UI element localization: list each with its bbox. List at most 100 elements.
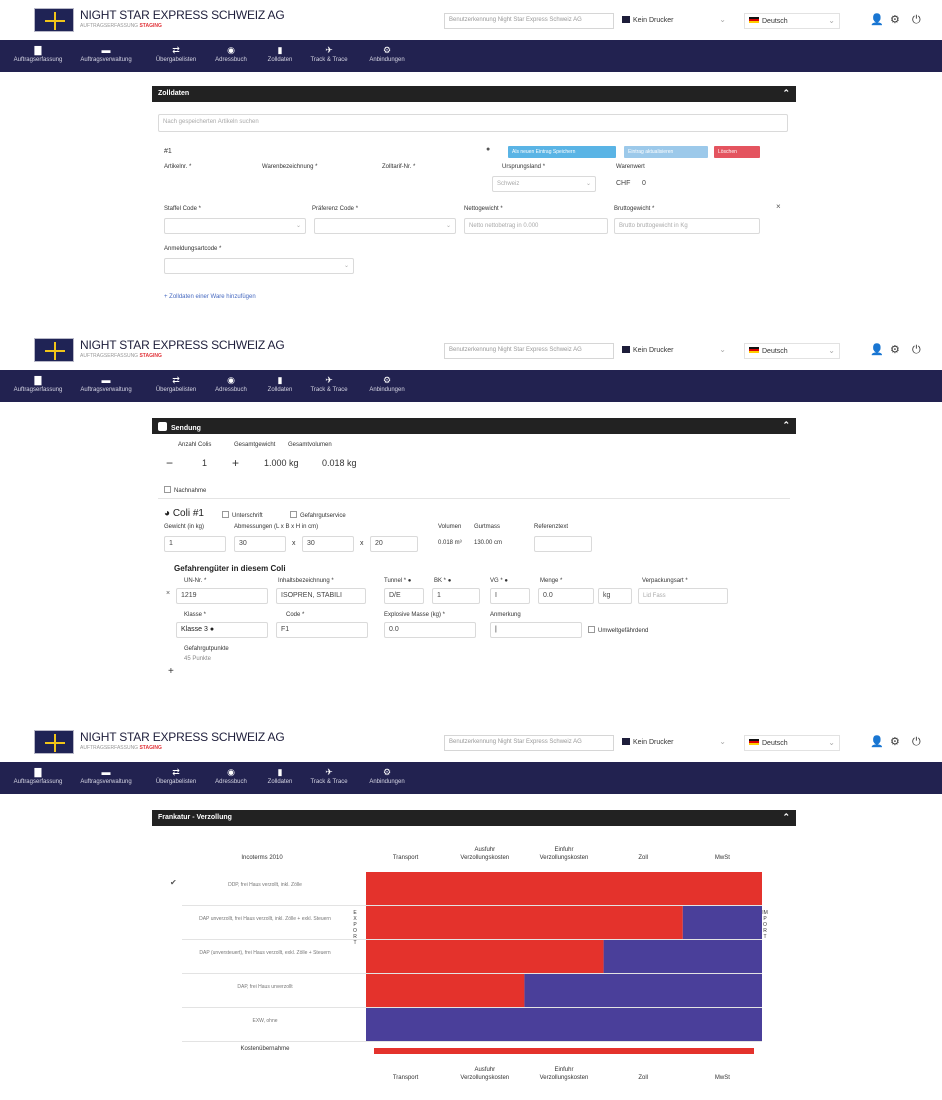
packaging-input[interactable]: Lid Fass <box>638 588 728 604</box>
nav-auftragsverwaltung[interactable]: ▬ Auftragsverwaltung <box>74 44 138 64</box>
nav-zolldaten[interactable]: ▮ Zolldaten <box>260 766 300 786</box>
user-icon[interactable]: 👤 <box>870 14 884 26</box>
girth-label: Gurtmass <box>474 524 501 530</box>
power-icon[interactable]: ⏻ <box>912 736 921 748</box>
help-icon[interactable]: ● <box>408 578 412 584</box>
panel-header[interactable]: Zolldaten ⌃ <box>152 86 796 102</box>
explosive-input[interactable]: 0.0 <box>384 622 476 638</box>
volume-value: 0.018 m³ <box>438 540 462 546</box>
width-input[interactable]: 30 <box>302 536 354 552</box>
language-select[interactable]: Deutsch ⌄ <box>744 735 840 751</box>
power-icon[interactable]: ⏻ <box>912 14 921 26</box>
printer-select[interactable]: Kein Drucker ⌄ <box>622 343 730 359</box>
environment-checkbox[interactable]: Umweltgefährdend <box>588 626 648 634</box>
tunnel-input[interactable]: D/E <box>384 588 424 604</box>
nav-auftragserfassung[interactable]: ▇ Auftragserfassung <box>6 374 70 394</box>
increment-button[interactable]: + <box>232 456 239 470</box>
power-icon[interactable]: ⏻ <box>912 344 921 356</box>
nav-anbindungen[interactable]: ⚙ Anbindungen <box>360 374 414 394</box>
length-input[interactable]: 30 <box>234 536 286 552</box>
nav-adressbuch[interactable]: ◉ Adressbuch <box>206 766 256 786</box>
nav-adressbuch[interactable]: ◉ Adressbuch <box>206 44 256 64</box>
class-input[interactable]: Klasse 3 ● <box>176 622 268 638</box>
nav-auftragsverwaltung[interactable]: ▬ Auftragsverwaltung <box>74 374 138 394</box>
save-catalog-button[interactable]: Als neuen Eintrag Speichern <box>508 146 616 158</box>
chevron-down-icon: ⌄ <box>719 345 726 354</box>
add-goods-link[interactable]: + Zolldaten einer Ware hinzufügen <box>164 294 256 300</box>
article-search-input[interactable]: Nach gespeicherten Artikeln suchen <box>158 114 788 132</box>
count-value[interactable]: 1 <box>202 458 207 468</box>
nav-auftragserfassung[interactable]: ▇ Auftragserfassung <box>6 44 70 64</box>
language-select[interactable]: Deutsch ⌄ <box>744 13 840 29</box>
delete-button[interactable]: Löschen <box>714 146 760 158</box>
gear-icon[interactable]: ⚙ <box>890 14 900 26</box>
nav-anbindungen[interactable]: ⚙ Anbindungen <box>360 766 414 786</box>
weight-input[interactable]: 1 <box>164 536 226 552</box>
nav-uebergabelisten[interactable]: ⇄ Übergabelisten <box>148 44 204 64</box>
nav-auftragsverwaltung[interactable]: ▬ Auftragsverwaltung <box>74 766 138 786</box>
add-dangerous-good-button[interactable]: + <box>168 666 174 677</box>
user-icon[interactable]: 👤 <box>870 344 884 356</box>
nav-auftragserfassung[interactable]: ▇ Auftragserfassung <box>6 766 70 786</box>
panel-header[interactable]: Sendung ⌃ <box>152 418 796 434</box>
close-icon[interactable]: × <box>776 202 781 211</box>
dg-points-value: 45 Punkte <box>184 656 212 662</box>
code-input[interactable]: F1 <box>276 622 368 638</box>
export-bar <box>366 906 683 939</box>
help-icon[interactable]: ● <box>210 626 214 633</box>
origin-country-select[interactable]: Schweiz ⌄ <box>492 176 596 192</box>
nav-track-trace[interactable]: ✈ Track & Trace <box>300 44 358 64</box>
close-icon[interactable]: × <box>166 590 170 597</box>
language-select[interactable]: Deutsch ⌄ <box>744 343 840 359</box>
nav-track-trace[interactable]: ✈ Track & Trace <box>300 374 358 394</box>
nav-uebergabelisten[interactable]: ⇄ Übergabelisten <box>148 374 204 394</box>
decrement-button[interactable]: − <box>166 456 173 470</box>
preference-code-select[interactable]: ⌄ <box>314 218 456 234</box>
update-catalog-button[interactable]: Eintrag aktualisieren <box>624 146 708 158</box>
declaration-code-select[interactable]: ⌄ <box>164 258 354 274</box>
nachnahme-checkbox[interactable]: Nachnahme <box>164 486 206 494</box>
printer-select[interactable]: Kein Drucker ⌄ <box>622 735 730 751</box>
vg-input[interactable]: I <box>490 588 530 604</box>
user-select[interactable]: Benutzerkennung Night Star Express Schwe… <box>444 13 614 29</box>
unit-select[interactable]: kg <box>598 588 632 604</box>
chevron-up-icon[interactable]: ⌃ <box>782 88 790 99</box>
company-logo[interactable] <box>34 338 74 362</box>
nav-zolldaten[interactable]: ▮ Zolldaten <box>260 44 300 64</box>
nav-track-trace[interactable]: ✈ Track & Trace <box>300 766 358 786</box>
printer-select[interactable]: Kein Drucker ⌄ <box>622 13 730 29</box>
nav-zolldaten[interactable]: ▮ Zolldaten <box>260 374 300 394</box>
remark-input[interactable]: | <box>490 622 582 638</box>
company-logo[interactable] <box>34 730 74 754</box>
height-input[interactable]: 20 <box>370 536 418 552</box>
goods-value-amount[interactable]: 0 <box>642 180 646 187</box>
dangerous-goods-checkbox[interactable]: Gefahrgutservice <box>290 511 346 519</box>
bk-input[interactable]: 1 <box>432 588 480 604</box>
net-weight-input[interactable]: Netto nettobetrag in 0.000 <box>464 218 608 234</box>
box-icon <box>158 422 167 431</box>
user-icon[interactable]: 👤 <box>870 736 884 748</box>
chevron-up-icon[interactable]: ⌃ <box>782 420 790 431</box>
folder-icon: ▬ <box>101 767 111 777</box>
signature-checkbox[interactable]: Unterschrift <box>222 511 263 519</box>
address-book-icon: ◉ <box>227 375 235 385</box>
gear-icon[interactable]: ⚙ <box>890 736 900 748</box>
user-select[interactable]: Benutzerkennung Night Star Express Schwe… <box>444 343 614 359</box>
gross-weight-input[interactable]: Brutto bruttogewicht in Kg <box>614 218 760 234</box>
quantity-input[interactable]: 0.0 <box>538 588 594 604</box>
company-logo[interactable] <box>34 8 74 32</box>
user-select[interactable]: Benutzerkennung Night Star Express Schwe… <box>444 735 614 751</box>
nav-adressbuch[interactable]: ◉ Adressbuch <box>206 374 256 394</box>
reference-input[interactable] <box>534 536 592 552</box>
treaty-code-select[interactable]: ⌄ <box>164 218 306 234</box>
gear-icon[interactable]: ⚙ <box>890 344 900 356</box>
pin-icon[interactable]: ● <box>486 146 490 153</box>
column-header: Zoll <box>638 1075 649 1081</box>
nav-uebergabelisten[interactable]: ⇄ Übergabelisten <box>148 766 204 786</box>
help-icon[interactable]: ● <box>504 578 508 584</box>
track-icon: ✈ <box>325 45 333 55</box>
nav-anbindungen[interactable]: ⚙ Anbindungen <box>360 44 414 64</box>
content-input[interactable]: ISOPREN, STABILI <box>276 588 366 604</box>
help-icon[interactable]: ● <box>448 578 452 584</box>
un-input[interactable]: 1219 <box>176 588 268 604</box>
